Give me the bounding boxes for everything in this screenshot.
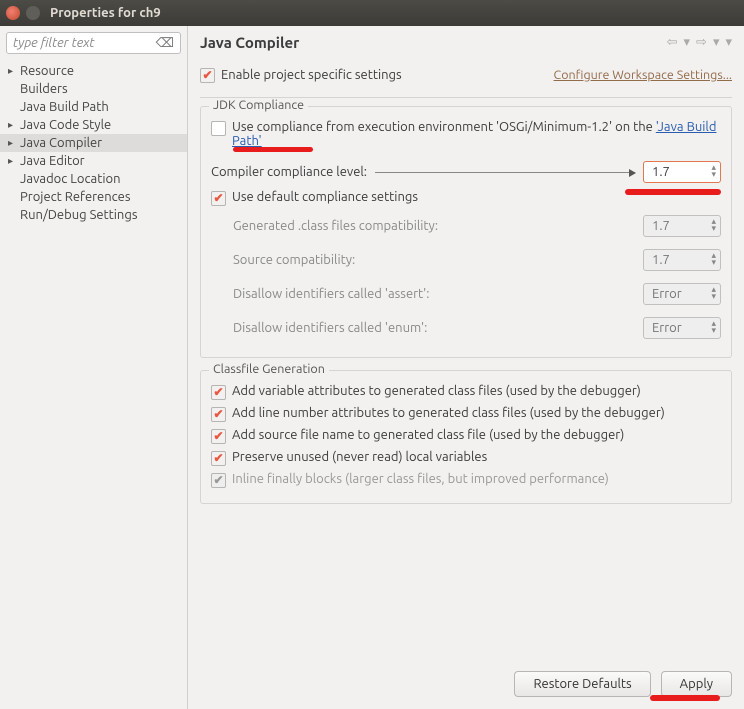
use-execution-env-label: Use compliance from execution environmen… xyxy=(232,120,721,148)
disallow-assert-select: Error ▴▾ xyxy=(643,283,721,305)
sidebar-item[interactable]: ▸Java Build Path xyxy=(0,98,187,116)
configure-workspace-link[interactable]: Configure Workspace Settings... xyxy=(554,68,732,82)
arrow-line-icon xyxy=(375,172,635,173)
classfile-generation-group: Classfile Generation Add variable attrib… xyxy=(200,370,732,504)
sidebar-item[interactable]: ▸Java Code Style xyxy=(0,116,187,134)
menu-icon[interactable]: ▾ xyxy=(725,35,732,50)
sidebar-item[interactable]: ▸Javadoc Location xyxy=(0,170,187,188)
inline-finally-label: Inline finally blocks (larger class file… xyxy=(232,472,721,486)
preserve-unused-label: Preserve unused (never read) local varia… xyxy=(232,450,721,464)
content-pane: Java Compiler ⇦ ▾ ⇨ ▾ ▾ Enable project s… xyxy=(188,26,744,709)
back-menu-icon[interactable]: ▾ xyxy=(684,35,691,50)
sidebar-item-label: Java Code Style xyxy=(20,118,111,132)
sidebar-item[interactable]: ▸Java Compiler xyxy=(0,134,187,152)
sidebar-item-label: Project References xyxy=(20,190,130,204)
window-titlebar: Properties for ch9 xyxy=(0,0,744,26)
expand-arrow-icon: ▸ xyxy=(8,137,20,149)
forward-menu-icon[interactable]: ▾ xyxy=(713,35,720,50)
add-variable-attrs-label: Add variable attributes to generated cla… xyxy=(232,384,721,398)
category-tree: ▸Resource▸Builders▸Java Build Path▸Java … xyxy=(0,60,187,226)
enable-project-specific-label: Enable project specific settings xyxy=(221,68,402,82)
sidebar-item-label: Builders xyxy=(20,82,68,96)
minimize-icon[interactable] xyxy=(26,6,40,20)
use-execution-env-checkbox[interactable] xyxy=(211,121,226,136)
add-source-file-checkbox[interactable] xyxy=(211,429,226,444)
sidebar-item-label: Java Build Path xyxy=(20,100,109,114)
preserve-unused-checkbox[interactable] xyxy=(211,451,226,466)
sidebar-item[interactable]: ▸Resource xyxy=(0,62,187,80)
nav-icons: ⇦ ▾ ⇨ ▾ ▾ xyxy=(667,35,732,50)
page-title: Java Compiler xyxy=(200,34,667,51)
sidebar-item-label: Javadoc Location xyxy=(20,172,121,186)
expand-arrow-icon: ▸ xyxy=(8,65,20,77)
expand-arrow-icon: ▸ xyxy=(8,119,20,131)
expand-arrow-icon: ▸ xyxy=(8,155,20,167)
add-variable-attrs-checkbox[interactable] xyxy=(211,385,226,400)
source-compat-select: 1.7 ▴▾ xyxy=(643,249,721,271)
window-title: Properties for ch9 xyxy=(50,6,161,20)
sidebar-item[interactable]: ▸Project References xyxy=(0,188,187,206)
inline-finally-checkbox xyxy=(211,473,226,488)
generated-class-select: 1.7 ▴▾ xyxy=(643,215,721,237)
source-compat-label: Source compatibility: xyxy=(233,253,643,267)
jdk-compliance-group: JDK Compliance Use compliance from execu… xyxy=(200,106,732,358)
apply-button[interactable]: Apply xyxy=(661,671,732,697)
compliance-level-select[interactable]: 1.7 ▴▾ xyxy=(643,161,721,183)
disallow-assert-label: Disallow identifiers called 'assert': xyxy=(233,287,643,301)
close-icon[interactable] xyxy=(6,6,20,20)
sidebar-item[interactable]: ▸Builders xyxy=(0,80,187,98)
use-default-compliance-checkbox[interactable] xyxy=(211,191,226,206)
annotation-mark xyxy=(625,189,721,195)
add-line-number-label: Add line number attributes to generated … xyxy=(232,406,721,420)
sidebar-item-label: Java Editor xyxy=(20,154,85,168)
disallow-enum-label: Disallow identifiers called 'enum': xyxy=(233,321,643,335)
disallow-enum-select: Error ▴▾ xyxy=(643,317,721,339)
spinner-icon: ▴▾ xyxy=(711,164,716,178)
filter-input[interactable]: type filter text ⌫ xyxy=(6,32,181,54)
back-icon[interactable]: ⇦ xyxy=(667,35,678,50)
compliance-level-label: Compiler compliance level: xyxy=(211,165,367,179)
clear-filter-icon[interactable]: ⌫ xyxy=(156,36,174,51)
restore-defaults-button[interactable]: Restore Defaults xyxy=(514,671,650,697)
sidebar-item-label: Run/Debug Settings xyxy=(20,208,137,222)
sidebar-item-label: Java Compiler xyxy=(20,136,102,150)
annotation-mark xyxy=(650,695,720,701)
classfile-legend: Classfile Generation xyxy=(209,362,329,376)
sidebar: type filter text ⌫ ▸Resource▸Builders▸Ja… xyxy=(0,26,188,709)
generated-class-label: Generated .class files compatibility: xyxy=(233,219,643,233)
forward-icon[interactable]: ⇨ xyxy=(696,35,707,50)
sidebar-item[interactable]: ▸Run/Debug Settings xyxy=(0,206,187,224)
sidebar-item-label: Resource xyxy=(20,64,74,78)
jdk-legend: JDK Compliance xyxy=(209,98,308,112)
add-line-number-checkbox[interactable] xyxy=(211,407,226,422)
add-source-file-label: Add source file name to generated class … xyxy=(232,428,721,442)
enable-project-specific-checkbox[interactable] xyxy=(200,68,215,83)
sidebar-item[interactable]: ▸Java Editor xyxy=(0,152,187,170)
